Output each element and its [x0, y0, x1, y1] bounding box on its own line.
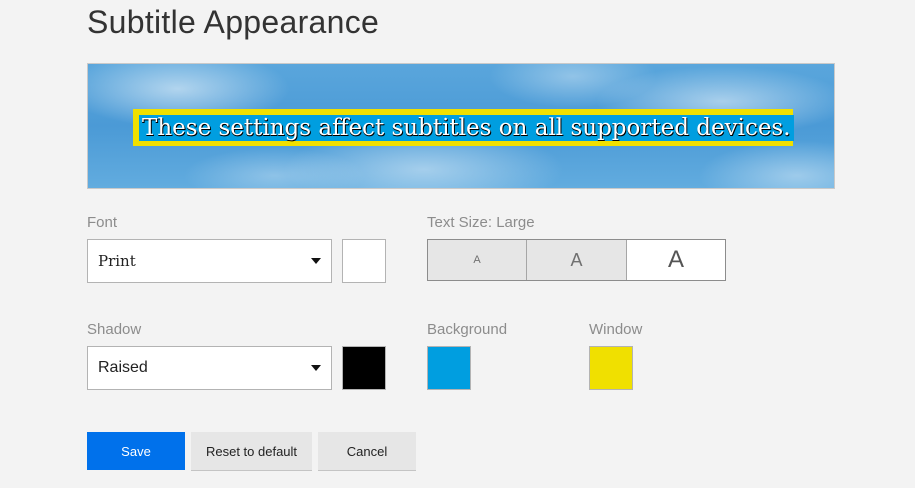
preview-text: These settings affect subtitles on all s… [139, 114, 794, 141]
text-size-selector: A A A [427, 239, 726, 281]
text-size-label: Text Size: Large [427, 214, 535, 231]
cancel-button[interactable]: Cancel [318, 432, 416, 470]
chevron-down-icon [311, 365, 321, 371]
page-title: Subtitle Appearance [87, 4, 380, 40]
shadow-label: Shadow [87, 321, 142, 338]
save-button[interactable]: Save [87, 432, 185, 470]
shadow-select-value: Raised [98, 359, 148, 376]
chevron-down-icon [311, 258, 321, 264]
shadow-select[interactable]: Raised [87, 346, 332, 390]
font-label: Font [87, 214, 118, 231]
text-size-large-button[interactable]: A [627, 240, 725, 280]
window-color-swatch[interactable] [589, 346, 633, 390]
window-label: Window [589, 321, 643, 338]
text-size-small-button[interactable]: A [428, 240, 527, 280]
shadow-color-swatch[interactable] [342, 346, 386, 390]
font-color-swatch[interactable] [342, 239, 386, 283]
background-color-swatch[interactable] [427, 346, 471, 390]
preview-window: These settings affect subtitles on all s… [133, 109, 794, 146]
subtitle-preview: These settings affect subtitles on all s… [87, 63, 835, 189]
background-label: Background [427, 321, 508, 338]
text-size-medium-button[interactable]: A [527, 240, 627, 280]
font-select[interactable]: Print [87, 239, 332, 283]
reset-to-default-button[interactable]: Reset to default [191, 432, 312, 470]
font-select-value: Print [98, 252, 136, 270]
